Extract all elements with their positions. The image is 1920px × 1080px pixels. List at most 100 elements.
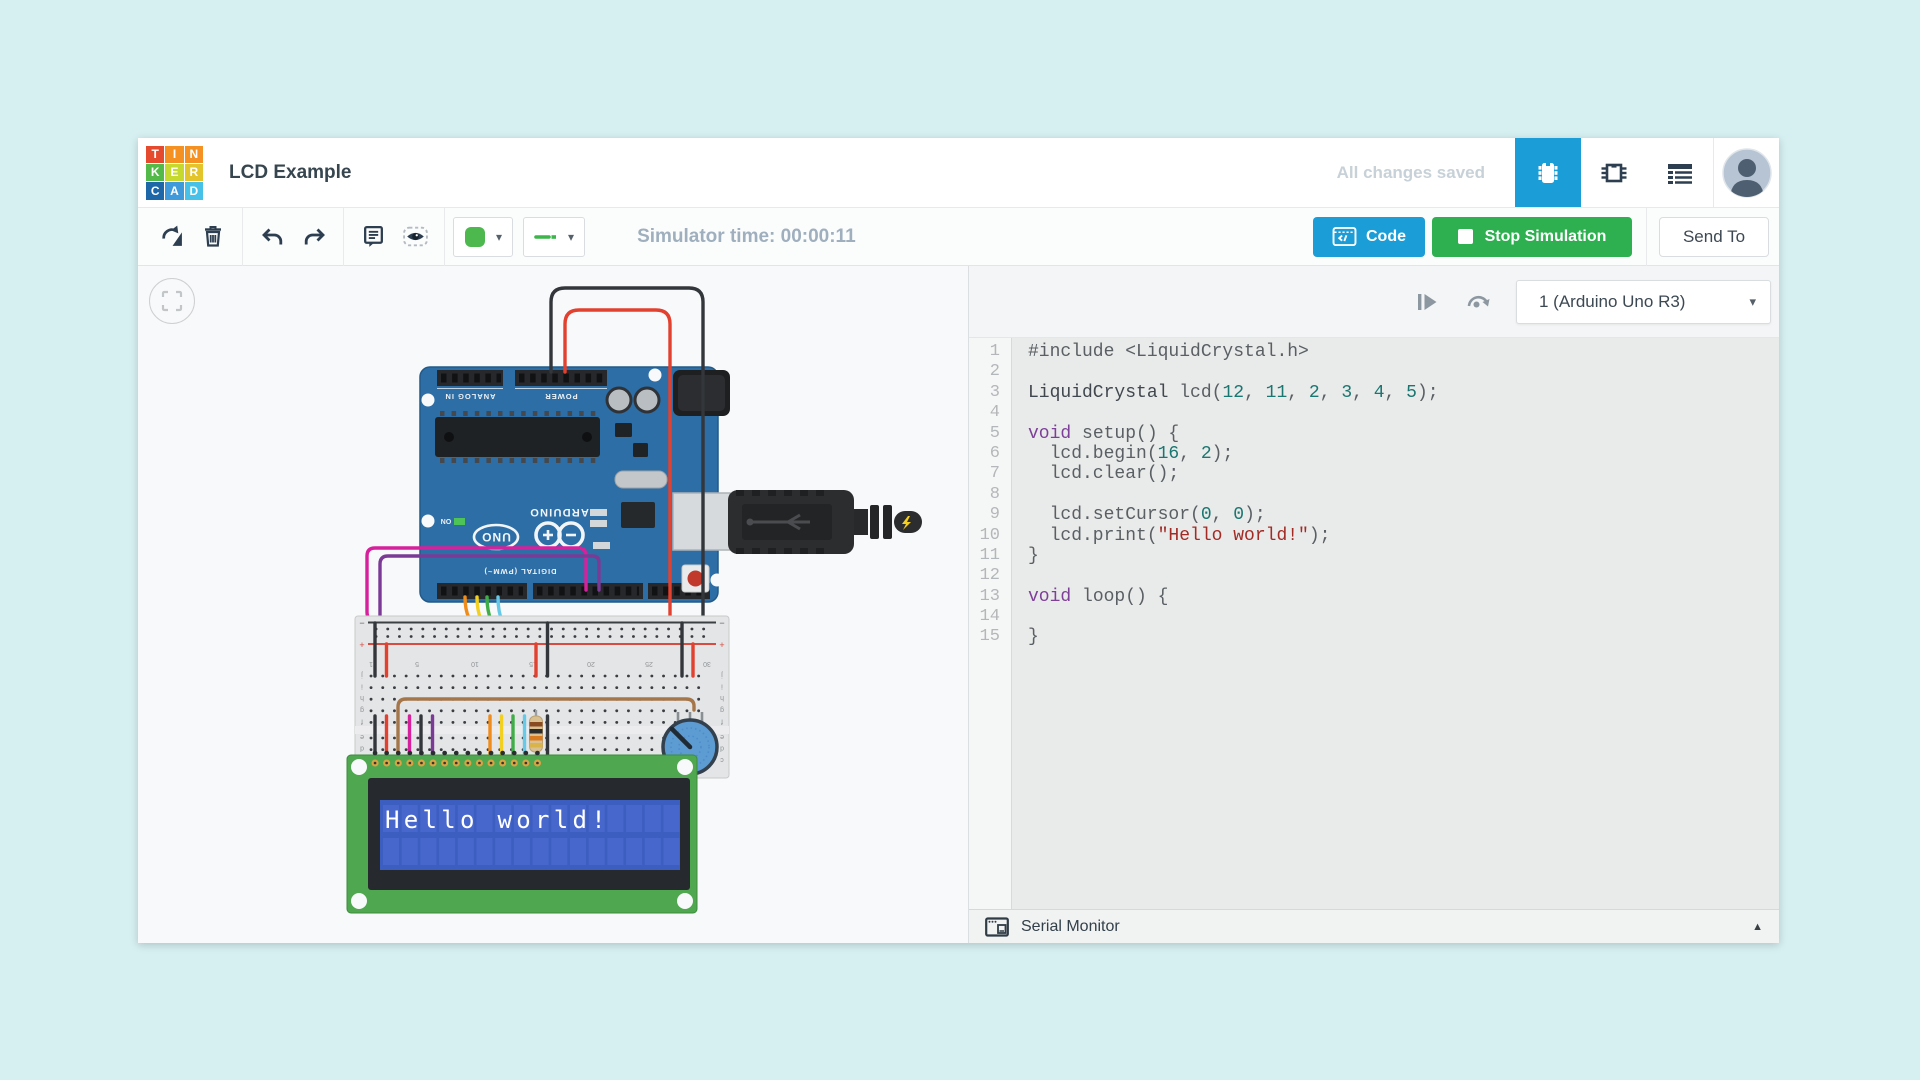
code-line[interactable]: 14	[969, 607, 1779, 627]
line-number: 13	[969, 587, 1007, 607]
resistor[interactable]	[530, 710, 543, 758]
column-number: 10	[471, 660, 479, 667]
code-line[interactable]: 5void setup() {	[969, 424, 1779, 444]
save-status: All changes saved	[1337, 163, 1485, 183]
lcd-module[interactable]: Hello world!	[347, 753, 697, 913]
undo-icon	[260, 225, 285, 249]
undo-button[interactable]	[251, 217, 293, 257]
wire-swatch-icon	[534, 226, 558, 248]
row-letter: c	[720, 756, 724, 763]
document-title[interactable]: LCD Example	[229, 162, 351, 184]
eye-icon	[402, 224, 429, 249]
ic-outline-icon	[1599, 159, 1629, 187]
rotate-icon	[159, 224, 184, 249]
serial-monitor-bar[interactable]: Serial Monitor ▲	[969, 909, 1779, 943]
divider	[242, 208, 243, 266]
code-line[interactable]: 12	[969, 566, 1779, 586]
line-number: 8	[969, 485, 1007, 505]
row-letter: j	[721, 671, 724, 678]
rail-plus-label: +	[359, 640, 364, 650]
component-list-button[interactable]	[1647, 138, 1713, 207]
column-number: 20	[587, 660, 595, 667]
logo-tile: E	[165, 164, 183, 181]
line-number: 12	[969, 566, 1007, 586]
column-number: 30	[703, 660, 711, 667]
stop-button-label: Stop Simulation	[1485, 228, 1607, 246]
code-line[interactable]: 3LiquidCrystal lcd(12, 11, 2, 3, 4, 5);	[969, 383, 1779, 403]
simulator-time: Simulator time: 00:00:11	[637, 226, 856, 248]
code-line[interactable]: 6 lcd.begin(16, 2);	[969, 444, 1779, 464]
logo-tile: D	[185, 182, 203, 199]
code-line[interactable]: 8	[969, 485, 1779, 505]
row-letter: f	[721, 717, 723, 724]
code-line[interactable]: 9 lcd.setCursor(0, 0);	[969, 505, 1779, 525]
code-line[interactable]: 1#include <LiquidCrystal.h>	[969, 342, 1779, 362]
code-line[interactable]: 13void loop() {	[969, 587, 1779, 607]
chevron-down-icon: ▾	[496, 230, 502, 244]
row-letter: d	[720, 745, 724, 752]
debugger-button[interactable]	[1464, 289, 1492, 315]
table-icon	[1666, 161, 1694, 185]
line-number: 4	[969, 403, 1007, 423]
code-editor[interactable]: 1#include <LiquidCrystal.h>23LiquidCryst…	[969, 338, 1779, 909]
row-letter: f	[361, 717, 363, 724]
logo-tile: N	[185, 146, 203, 163]
line-number: 2	[969, 362, 1007, 382]
code-line[interactable]: 2	[969, 362, 1779, 382]
divider	[1646, 208, 1647, 266]
line-number: 5	[969, 424, 1007, 444]
code-button[interactable]: Code	[1313, 217, 1425, 257]
code-line[interactable]: 7 lcd.clear();	[969, 464, 1779, 484]
column-number: 1	[369, 660, 373, 667]
line-number: 1	[969, 342, 1007, 362]
tinkercad-logo[interactable]: T I N K E R C A D	[146, 146, 203, 200]
wire-type-dropdown[interactable]: ▾	[523, 217, 585, 257]
redo-button[interactable]	[293, 217, 335, 257]
notes-icon	[361, 224, 386, 249]
serial-monitor-icon	[985, 917, 1009, 937]
main-content: ANALOG IN POWER	[138, 266, 1779, 943]
schematic-view-button[interactable]	[1581, 138, 1647, 207]
code-lines: 1#include <LiquidCrystal.h>23LiquidCryst…	[969, 342, 1779, 648]
code-line[interactable]: 11}	[969, 546, 1779, 566]
row-letter: e	[360, 733, 364, 740]
debug-rotate-icon	[1464, 289, 1492, 315]
notes-button[interactable]	[352, 217, 394, 257]
component-color-dropdown[interactable]: ▾	[453, 217, 513, 257]
board-selector-dropdown[interactable]: 1 (Arduino Uno R3) ▾	[1516, 280, 1771, 324]
code-icon	[1332, 226, 1357, 247]
components-view-button[interactable]	[1515, 138, 1581, 207]
logo-tile: I	[165, 146, 183, 163]
code-line[interactable]: 15}	[969, 627, 1779, 647]
circuit-canvas[interactable]: ANALOG IN POWER	[138, 266, 968, 943]
visibility-button[interactable]	[394, 217, 436, 257]
color-swatch-icon	[464, 226, 486, 248]
row-letter: g	[360, 706, 364, 713]
code-line[interactable]: 10 lcd.print("Hello world!");	[969, 526, 1779, 546]
column-number: 5	[415, 660, 419, 667]
code-panel: 1 (Arduino Uno R3) ▾ 1#include <LiquidCr…	[968, 266, 1779, 943]
stop-simulation-button[interactable]: Stop Simulation	[1432, 217, 1632, 257]
circuit-drawing: ANALOG IN POWER	[138, 266, 968, 943]
line-number: 9	[969, 505, 1007, 525]
row-letter: e	[720, 733, 724, 740]
user-menu[interactable]	[1713, 138, 1779, 207]
chip-icon	[1533, 159, 1563, 187]
delete-button[interactable]	[192, 217, 234, 257]
row-letter: d	[360, 745, 364, 752]
rotate-button[interactable]	[150, 217, 192, 257]
line-number: 3	[969, 383, 1007, 403]
arduino-brand-label: ARDUINO	[529, 506, 589, 518]
line-number: 7	[969, 464, 1007, 484]
step-button[interactable]	[1414, 289, 1440, 315]
arduino-uno-board[interactable]: ANALOG IN POWER	[420, 367, 730, 602]
row-letter: h	[360, 694, 364, 701]
chevron-down-icon: ▾	[1749, 294, 1756, 310]
logo-tile: C	[146, 182, 164, 199]
send-to-button[interactable]: Send To	[1659, 217, 1769, 257]
app-header: T I N K E R C A D LCD Example All change…	[138, 138, 1779, 208]
divider	[343, 208, 344, 266]
usb-cable[interactable]	[673, 490, 922, 554]
code-line[interactable]: 4	[969, 403, 1779, 423]
line-number: 11	[969, 546, 1007, 566]
